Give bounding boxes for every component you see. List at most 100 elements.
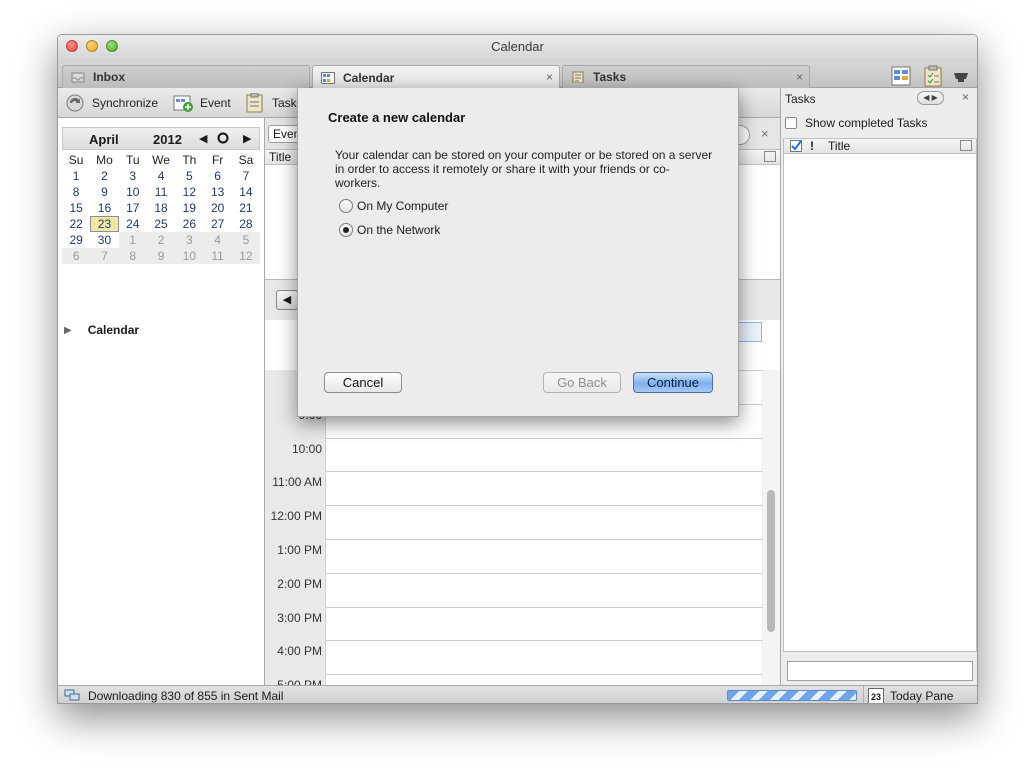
radio-button-selected[interactable] bbox=[339, 223, 353, 237]
continue-button[interactable]: Continue bbox=[633, 372, 713, 393]
quick-add-task-input[interactable] bbox=[787, 661, 973, 681]
on-the-network-option[interactable]: On the Network bbox=[339, 223, 440, 237]
disclosure-triangle-icon[interactable]: ▶ bbox=[64, 325, 72, 336]
option-label: On My Computer bbox=[357, 199, 449, 213]
mini-calendar-day[interactable]: 11 bbox=[147, 184, 175, 200]
go-back-button[interactable]: Go Back bbox=[543, 372, 621, 393]
previous-day-button[interactable]: ◀ bbox=[276, 290, 298, 310]
mini-calendar-day[interactable]: 4 bbox=[203, 232, 232, 248]
task-label: Task bbox=[272, 96, 297, 110]
task-title-column-header[interactable]: Title bbox=[828, 139, 850, 153]
minimize-window-button[interactable] bbox=[86, 40, 98, 52]
mini-calendar-day[interactable]: 3 bbox=[175, 232, 204, 248]
mini-calendar-day[interactable]: 17 bbox=[119, 200, 147, 216]
mini-calendar-day[interactable]: 1 bbox=[62, 168, 90, 184]
network-status-icon[interactable] bbox=[64, 689, 80, 702]
checkbox-icon[interactable] bbox=[785, 117, 797, 129]
mini-calendar-day[interactable]: 7 bbox=[90, 248, 119, 264]
calendar-list-item[interactable]: ▶ Calendar bbox=[64, 323, 139, 337]
previous-month-icon[interactable]: ◀ bbox=[199, 132, 207, 145]
mini-calendar-day[interactable]: 14 bbox=[232, 184, 260, 200]
mini-calendar-day[interactable]: 11 bbox=[203, 248, 232, 264]
today-pane: Tasks ◀ ▶ × Show completed Tasks ! Title bbox=[780, 88, 977, 685]
mini-calendar-day[interactable]: 29 bbox=[62, 232, 90, 248]
mini-calendar-day[interactable]: 2 bbox=[146, 232, 176, 248]
mini-calendar-day[interactable]: 21 bbox=[232, 200, 260, 216]
mini-calendar-day[interactable]: 28 bbox=[232, 216, 260, 232]
on-my-computer-option[interactable]: On My Computer bbox=[339, 199, 448, 213]
tab-close-icon[interactable]: × bbox=[796, 70, 803, 84]
mini-calendar-day[interactable]: 16 bbox=[90, 200, 118, 216]
title-column-header[interactable]: Title bbox=[269, 150, 291, 164]
calendar-sidebar: April 2012 ◀ ▶ Su Mo Tu We Th Fr Sa 1 2 3 4 5 6 7 8 9 10… bbox=[58, 118, 265, 685]
mini-calendar-day[interactable]: 9 bbox=[146, 248, 176, 264]
mini-calendar-day[interactable]: 27 bbox=[203, 216, 231, 232]
column-picker-icon[interactable] bbox=[960, 140, 972, 151]
mini-calendar-day[interactable]: 22 bbox=[62, 216, 90, 232]
scrollbar-thumb[interactable] bbox=[767, 490, 775, 632]
next-month-icon[interactable]: ▶ bbox=[243, 132, 251, 145]
mini-calendar-day[interactable]: 6 bbox=[203, 168, 231, 184]
cancel-button[interactable]: Cancel bbox=[324, 372, 402, 393]
mini-calendar-day[interactable]: 25 bbox=[147, 216, 175, 232]
priority-column-header[interactable]: ! bbox=[810, 139, 814, 153]
close-pane-icon[interactable]: × bbox=[962, 90, 969, 104]
new-event-button[interactable]: Event bbox=[172, 92, 231, 114]
today-pane-toggle[interactable]: 23 Today Pane bbox=[863, 686, 959, 703]
mini-calendar-day[interactable]: 9 bbox=[90, 184, 118, 200]
mini-calendar-year[interactable]: 2012 bbox=[153, 132, 182, 147]
tab-close-icon[interactable]: × bbox=[546, 70, 553, 84]
time-label: 12:00 PM bbox=[270, 509, 322, 524]
day-grid[interactable] bbox=[325, 370, 763, 685]
mini-calendar-day[interactable]: 8 bbox=[118, 248, 147, 264]
synchronize-button[interactable]: Synchronize bbox=[64, 92, 158, 114]
today-calendar-icon: 23 bbox=[868, 687, 884, 703]
mini-calendar-day[interactable]: 10 bbox=[175, 248, 204, 264]
close-filter-icon[interactable]: × bbox=[761, 126, 769, 141]
mini-calendar-today[interactable]: 23 bbox=[90, 216, 119, 232]
show-completed-checkbox[interactable]: Show completed Tasks bbox=[785, 116, 928, 130]
activity-manager-icon[interactable] bbox=[952, 65, 970, 87]
mini-calendar-day[interactable]: 8 bbox=[62, 184, 90, 200]
tab-tasks[interactable]: Tasks × bbox=[562, 65, 810, 88]
mini-calendar-day[interactable]: 4 bbox=[147, 168, 175, 184]
tab-inbox[interactable]: Inbox bbox=[62, 65, 310, 88]
mini-calendar-day[interactable]: 13 bbox=[203, 184, 231, 200]
new-event-icon bbox=[173, 95, 193, 112]
mini-calendar-day[interactable]: 12 bbox=[231, 248, 261, 264]
task-list: ! Title bbox=[783, 138, 977, 652]
new-calendar-dialog: Create a new calendar Your calendar can … bbox=[297, 88, 739, 417]
pane-switch-icon[interactable]: ◀ ▶ bbox=[917, 91, 944, 105]
new-task-button[interactable]: Task bbox=[244, 92, 297, 114]
mini-calendar-day[interactable]: 1 bbox=[118, 232, 147, 248]
mini-calendar-day[interactable]: 18 bbox=[147, 200, 175, 216]
mini-calendar-day[interactable]: 10 bbox=[119, 184, 147, 200]
today-pane-title: Tasks bbox=[785, 92, 816, 106]
mini-calendar-day[interactable]: 15 bbox=[62, 200, 90, 216]
mini-calendar-day[interactable]: 2 bbox=[90, 168, 118, 184]
mini-calendar-day[interactable]: 3 bbox=[119, 168, 147, 184]
tab-calendar[interactable]: Calendar × bbox=[312, 65, 560, 89]
column-picker-icon[interactable] bbox=[764, 151, 776, 162]
mini-calendar-day[interactable]: 5 bbox=[175, 168, 203, 184]
mini-calendar-day[interactable]: 26 bbox=[175, 216, 203, 232]
completed-column-icon[interactable] bbox=[790, 140, 803, 152]
mini-calendar-day[interactable]: 7 bbox=[232, 168, 260, 184]
calendar-view-icon[interactable] bbox=[890, 65, 912, 87]
today-circle-icon[interactable] bbox=[217, 132, 229, 144]
mini-calendar-day[interactable]: 20 bbox=[203, 200, 231, 216]
mini-calendar-month[interactable]: April bbox=[89, 132, 119, 147]
mini-calendar-day[interactable]: 5 bbox=[231, 232, 261, 248]
mini-calendar-day[interactable]: 12 bbox=[175, 184, 203, 200]
mini-calendar-day[interactable]: 24 bbox=[119, 216, 147, 232]
zoom-window-button[interactable] bbox=[106, 40, 118, 52]
mini-calendar-day[interactable]: 6 bbox=[62, 248, 91, 264]
mini-calendar-day[interactable]: 19 bbox=[175, 200, 203, 216]
mini-calendar-day[interactable]: 30 bbox=[90, 232, 118, 248]
time-label: 1:00 PM bbox=[277, 543, 322, 557]
day-view-scrollbar[interactable] bbox=[763, 370, 780, 685]
radio-button[interactable] bbox=[339, 199, 353, 213]
close-window-button[interactable] bbox=[66, 40, 78, 52]
day-of-week-label: Su bbox=[68, 153, 84, 167]
task-view-icon[interactable] bbox=[922, 65, 944, 87]
